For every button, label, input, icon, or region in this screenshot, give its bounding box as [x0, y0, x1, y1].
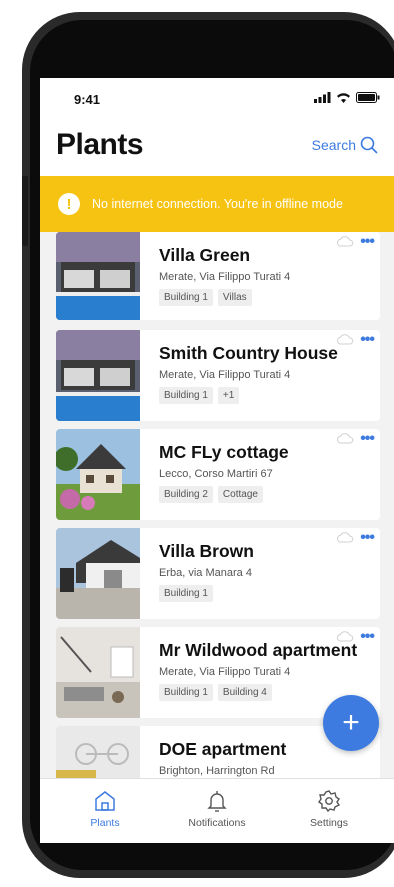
card-body: Villa Green Merate, Via Filippo Turati 4… — [159, 245, 372, 306]
cloud-icon — [337, 433, 354, 444]
tag: Building 1 — [159, 684, 213, 701]
card-actions: ••• — [336, 628, 375, 644]
tag-list: Building 1 — [159, 585, 372, 602]
plant-photo-mr-wildwood-apartment — [56, 627, 140, 718]
tag: Cottage — [217, 486, 263, 503]
tag: Building 4 — [217, 684, 272, 701]
plant-name: Smith Country House — [159, 343, 338, 363]
more-options-icon[interactable]: ••• — [360, 529, 375, 545]
plant-card[interactable]: Smith Country House Merate, Via Filippo … — [56, 330, 380, 421]
plant-photo-doe-apartment — [56, 726, 140, 778]
card-actions: ••• — [336, 331, 375, 347]
tab-settings-label: Settings — [310, 817, 348, 829]
plant-address: Lecco, Corso Martiri 67 — [159, 468, 273, 480]
card-body: Smith Country House Merate, Via Filippo … — [159, 343, 372, 404]
plant-photo-mc-fly-cottage — [56, 429, 140, 520]
offline-banner: ! No internet connection. You're in offl… — [40, 176, 394, 232]
tab-bar: Plants Notifications Settings — [40, 778, 394, 843]
status-time: 9:41 — [74, 92, 101, 107]
plant-address: Brighton, Harrington Rd — [159, 765, 275, 777]
plant-card[interactable]: Villa Brown Erba, via Manara 4 Building … — [56, 528, 380, 619]
tag: Building 1 — [159, 585, 213, 602]
plant-address: Merate, Via Filippo Turati 4 — [159, 271, 291, 283]
plant-name: Villa Brown — [159, 541, 254, 561]
plant-name: Villa Green — [159, 245, 251, 265]
tab-notifications[interactable]: Notifications — [172, 789, 262, 829]
status-icons — [314, 92, 380, 103]
cloud-icon — [337, 236, 354, 247]
card-actions: ••• — [336, 430, 375, 446]
plant-photo-villa-brown — [56, 528, 140, 619]
plant-card[interactable]: MC FLy cottage Lecco, Corso Martiri 67 B… — [56, 429, 380, 520]
plant-name: Mr Wildwood apartment — [159, 640, 358, 660]
plant-card[interactable]: Villa Green Merate, Via Filippo Turati 4… — [56, 232, 380, 320]
home-icon — [95, 791, 115, 811]
plant-address: Merate, Via Filippo Turati 4 — [159, 369, 291, 381]
card-body: MC FLy cottage Lecco, Corso Martiri 67 B… — [159, 442, 372, 503]
add-plant-button[interactable]: + — [323, 695, 379, 751]
phone-side-button — [22, 176, 28, 246]
tag: Villas — [217, 289, 252, 306]
title-bar: Plants Search — [40, 122, 394, 176]
plant-photo-villa-green — [56, 232, 140, 320]
tag: Building 2 — [159, 486, 213, 503]
tab-settings[interactable]: Settings — [284, 789, 374, 829]
more-options-icon[interactable]: ••• — [360, 233, 375, 249]
plant-name: MC FLy cottage — [159, 442, 289, 462]
bell-icon — [207, 791, 227, 812]
tag-list: Building 1 Villas — [159, 289, 372, 306]
app-screen: 9:41 Plants Search ! No internet connect… — [40, 78, 394, 843]
gear-icon — [318, 790, 341, 813]
more-options-icon[interactable]: ••• — [360, 628, 375, 644]
status-bar: 9:41 — [40, 78, 394, 122]
tag-list: Building 2 Cottage — [159, 486, 372, 503]
tag: +1 — [217, 387, 240, 404]
search-icon — [360, 136, 378, 154]
plant-address: Merate, Via Filippo Turati 4 — [159, 666, 291, 678]
tab-notifications-label: Notifications — [188, 817, 246, 829]
wifi-icon — [337, 93, 350, 103]
more-options-icon[interactable]: ••• — [360, 430, 375, 446]
battery-icon — [356, 92, 380, 103]
card-body: Villa Brown Erba, via Manara 4 Building … — [159, 541, 372, 602]
cloud-icon — [337, 532, 354, 543]
tag-list: Building 1 +1 — [159, 387, 372, 404]
signal-icon — [314, 92, 331, 103]
more-options-icon[interactable]: ••• — [360, 331, 375, 347]
card-body: Mr Wildwood apartment Merate, Via Filipp… — [159, 640, 372, 701]
tab-plants[interactable]: Plants — [60, 789, 150, 829]
card-actions: ••• — [336, 233, 375, 249]
tab-plants-label: Plants — [90, 817, 120, 829]
tag: Building 1 — [159, 387, 213, 404]
search-button[interactable]: Search — [312, 136, 378, 154]
tag: Building 1 — [159, 289, 213, 306]
plant-photo-smith-country-house — [56, 330, 140, 421]
warning-icon: ! — [58, 193, 80, 215]
card-actions: ••• — [336, 529, 375, 545]
offline-message: No internet connection. You're in offlin… — [92, 197, 343, 211]
page-title: Plants — [56, 128, 144, 161]
cloud-icon — [337, 631, 354, 642]
search-label: Search — [311, 137, 356, 153]
cloud-icon — [337, 334, 354, 345]
plant-address: Erba, via Manara 4 — [159, 567, 252, 579]
